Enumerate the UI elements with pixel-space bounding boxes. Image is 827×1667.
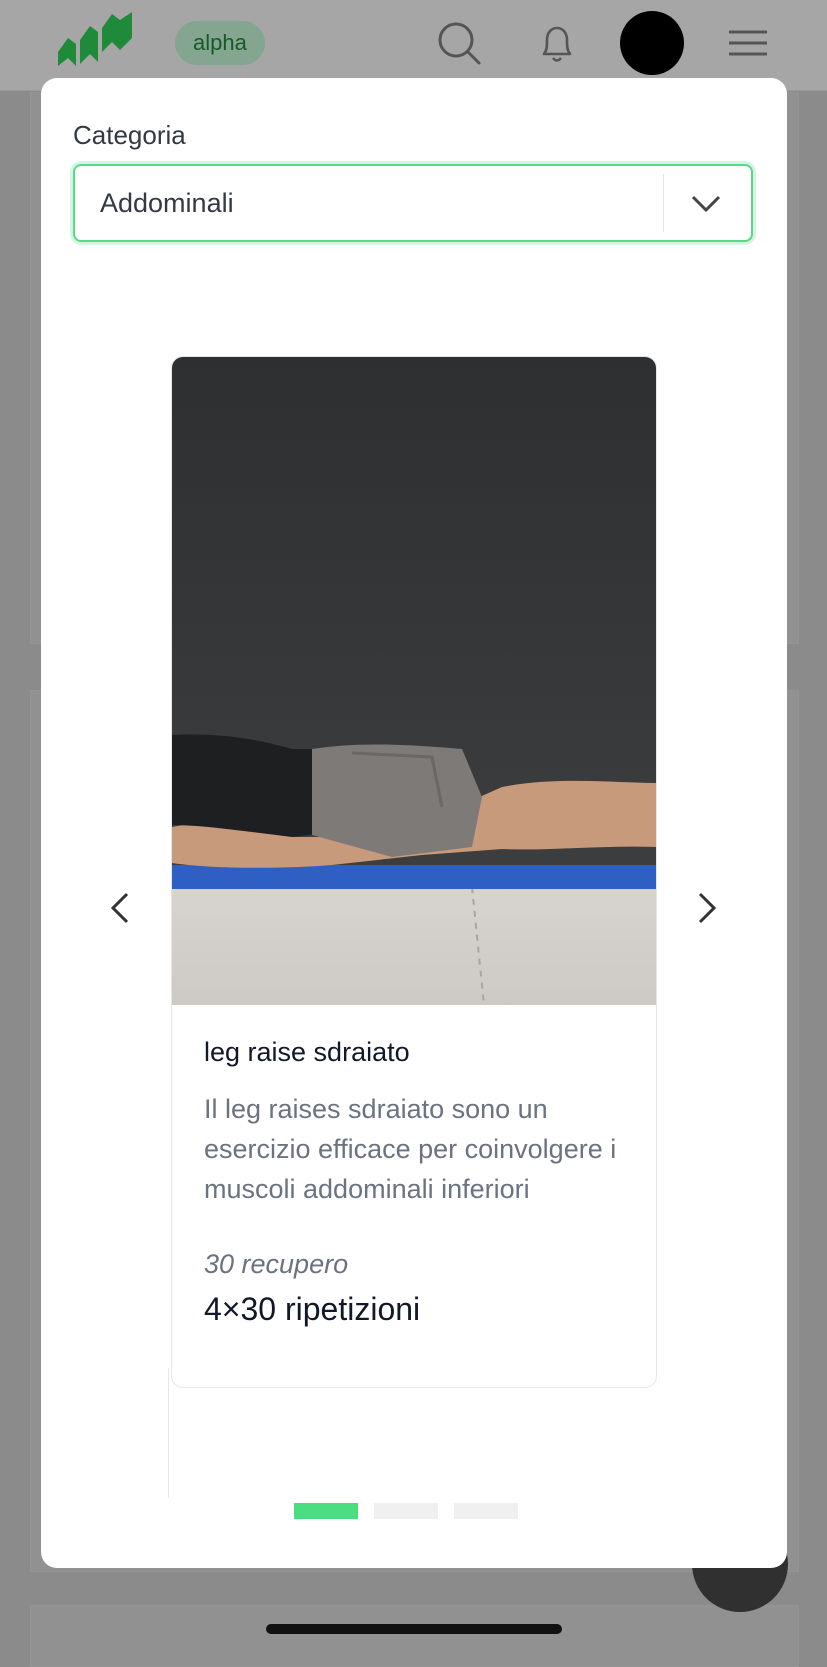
- category-select[interactable]: Addominali: [73, 164, 753, 242]
- carousel-indicator[interactable]: [294, 1503, 358, 1519]
- home-indicator: [266, 1624, 562, 1634]
- alpha-badge: alpha: [175, 21, 265, 65]
- select-divider: [663, 174, 664, 232]
- exercise-description: Il leg raises sdraiato sono un esercizio…: [204, 1094, 617, 1204]
- exercise-card[interactable]: leg raise sdraiato Il leg raises sdraiat…: [171, 356, 657, 1388]
- exercise-modal: Categoria Addominali leg raise sdraiato …: [41, 78, 787, 1568]
- search-icon[interactable]: [436, 20, 482, 66]
- carousel-indicator[interactable]: [374, 1503, 438, 1519]
- carousel-prev-button[interactable]: [101, 888, 141, 928]
- category-select-value: Addominali: [100, 188, 234, 218]
- background-card: [30, 1605, 799, 1667]
- category-label: Categoria: [73, 120, 186, 150]
- exercise-rest: 30 recupero: [204, 1249, 349, 1279]
- card-edge-line: [168, 1368, 169, 1498]
- exercise-reps: 4×30 ripetizioni: [204, 1291, 421, 1327]
- brand-logo-icon[interactable]: [54, 10, 136, 76]
- chevron-down-icon: [691, 195, 721, 213]
- exercise-image: [172, 357, 656, 1005]
- bell-icon[interactable]: [534, 20, 580, 66]
- menu-icon[interactable]: [725, 22, 771, 68]
- carousel-next-button[interactable]: [686, 888, 726, 928]
- exercise-title: leg raise sdraiato: [204, 1037, 410, 1067]
- carousel-indicator[interactable]: [454, 1503, 518, 1519]
- avatar[interactable]: [620, 11, 684, 75]
